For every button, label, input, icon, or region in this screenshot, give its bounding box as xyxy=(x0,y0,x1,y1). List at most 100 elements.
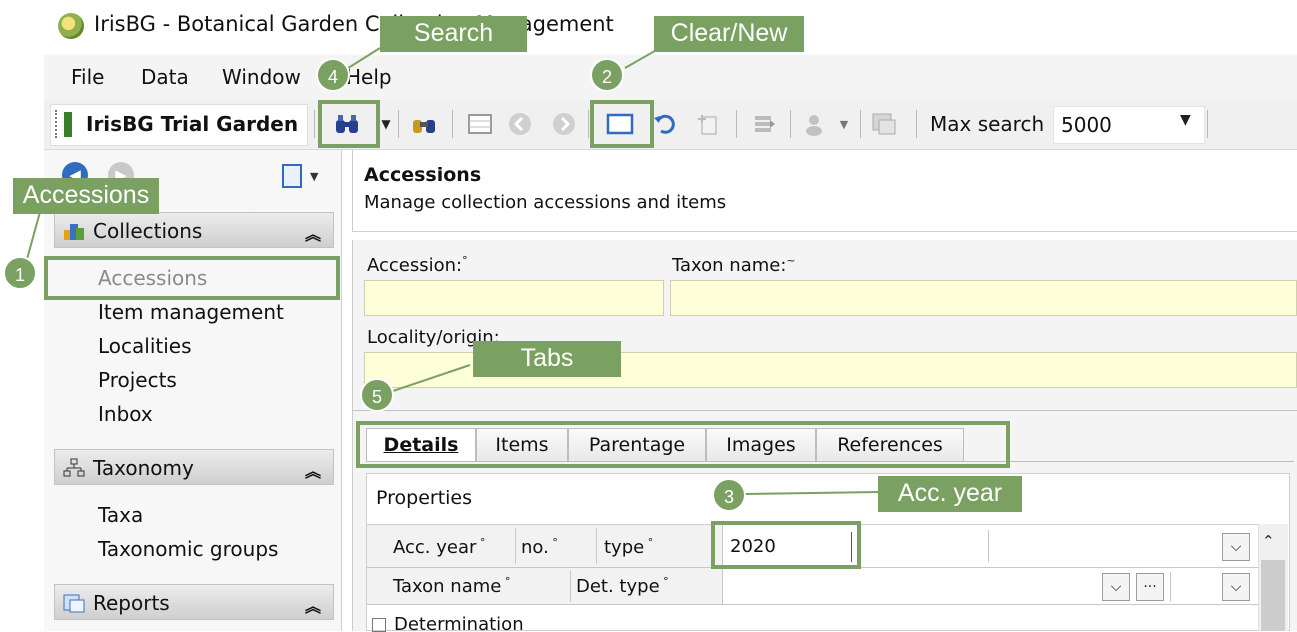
users-dropdown-icon[interactable]: ▼ xyxy=(830,110,858,138)
chevron-down-icon[interactable]: ⌵ xyxy=(1222,533,1250,561)
view-options-dropdown-icon[interactable]: ▼ xyxy=(310,170,318,183)
collapse-chevrons-icon[interactable]: ︽ xyxy=(305,458,321,482)
toolbar-separator xyxy=(398,110,399,138)
max-search-value: 5000 xyxy=(1061,113,1112,137)
group-header-reports[interactable]: Reports ︽ xyxy=(54,584,334,620)
menu-file[interactable]: File xyxy=(71,65,104,89)
toolbar-separator xyxy=(736,110,737,138)
toolbar-separator xyxy=(1207,110,1208,138)
collapse-chevrons-icon[interactable]: ︽ xyxy=(305,221,321,245)
callout-accessions: Accessions xyxy=(13,178,159,214)
group-label: Reports xyxy=(93,591,170,615)
taxon-name-input[interactable] xyxy=(670,280,1297,316)
group-header-taxonomy[interactable]: Taxonomy ︽ xyxy=(54,449,334,485)
taxon-name-prop-label: Taxon name ° xyxy=(393,575,511,597)
toolbar-separator xyxy=(588,110,589,138)
step-number-badge: 2 xyxy=(590,58,624,92)
advanced-search-icon[interactable] xyxy=(410,110,438,138)
step-number-badge: 3 xyxy=(712,478,746,512)
group-label: Collections xyxy=(93,219,203,243)
toolbar-separator xyxy=(916,110,917,138)
group-header-collections[interactable]: Collections ︽ xyxy=(54,212,334,248)
accession-label: Accession:° xyxy=(367,254,468,276)
toolbar-separator xyxy=(790,110,791,138)
highlight-tabs xyxy=(356,421,1010,468)
highlight-acc-year xyxy=(711,521,861,569)
acc-no-label: no. ° xyxy=(521,536,558,558)
acc-type-label: type ° xyxy=(604,536,654,558)
sidebar-item-projects[interactable]: Projects xyxy=(98,368,177,392)
determination-label: Determination xyxy=(394,614,524,631)
group-label: Taxonomy xyxy=(93,456,194,480)
callout-clear-new: Clear/New xyxy=(654,16,804,52)
sidebar-item-item-management[interactable]: Item management xyxy=(98,300,284,324)
chevron-down-icon[interactable]: ⌵ xyxy=(1222,573,1250,601)
menu-window[interactable]: Window xyxy=(222,65,301,89)
step-number-badge: 5 xyxy=(360,378,394,412)
collections-icon xyxy=(63,221,85,241)
reports-icon xyxy=(63,593,85,613)
acc-type-label-text: type xyxy=(604,537,645,558)
sidebar-item-inbox[interactable]: Inbox xyxy=(98,402,153,426)
page-subtitle: Manage collection accessions and items xyxy=(364,192,727,213)
app-logo-icon xyxy=(58,13,84,39)
det-type-label: Det. type ° xyxy=(576,575,669,597)
grid-line xyxy=(366,604,1258,605)
sidebar-item-taxa[interactable]: Taxa xyxy=(98,503,143,527)
page-title: Accessions xyxy=(364,164,482,186)
highlight-clear-new xyxy=(590,100,654,148)
accession-input[interactable] xyxy=(364,280,664,316)
ellipsis-icon[interactable]: ··· xyxy=(1136,573,1164,601)
page-header xyxy=(352,150,1297,232)
previous-record-icon[interactable] xyxy=(506,110,534,138)
table-view-icon[interactable] xyxy=(466,110,494,138)
callout-tabs: Tabs xyxy=(473,341,621,377)
taxon-name-label: Taxon name:~ xyxy=(672,254,796,276)
grid-line xyxy=(988,530,989,562)
settings-window-icon[interactable] xyxy=(870,110,898,138)
det-type-label-text: Det. type xyxy=(576,576,660,597)
toolbar-separator xyxy=(314,110,315,138)
next-record-icon[interactable] xyxy=(550,110,578,138)
undo-icon[interactable] xyxy=(650,110,678,138)
chevron-down-icon[interactable]: ⌵ xyxy=(1102,573,1130,601)
grid-line xyxy=(570,570,571,602)
window-title: IrisBG - Botanical Garden Collection Man… xyxy=(94,12,614,36)
step-number-badge: 1 xyxy=(3,256,37,290)
sidebar-item-localities[interactable]: Localities xyxy=(98,334,192,358)
acc-year-label: Acc. year ° xyxy=(393,536,486,558)
taxonomy-tree-icon xyxy=(63,458,85,478)
taxon-name-prop-label-text: Taxon name xyxy=(393,576,502,597)
menu-help[interactable]: Help xyxy=(346,65,392,89)
new-document-icon[interactable] xyxy=(694,110,722,138)
menu-data[interactable]: Data xyxy=(141,65,189,89)
list-export-icon[interactable] xyxy=(750,110,778,138)
collapse-minus-icon[interactable] xyxy=(372,618,386,632)
view-options-icon[interactable] xyxy=(282,164,302,188)
toolbar-separator xyxy=(860,110,861,138)
callout-acc-year: Acc. year xyxy=(878,476,1022,512)
highlight-accessions xyxy=(44,256,340,300)
toolbar-separator xyxy=(452,110,453,138)
max-search-label: Max search xyxy=(930,112,1045,136)
garden-color-icon xyxy=(64,112,72,137)
acc-year-label-text: Acc. year xyxy=(393,537,477,558)
scroll-up-icon[interactable]: ⌃ xyxy=(1262,532,1275,550)
acc-no-label-text: no. xyxy=(521,537,549,558)
grid-line xyxy=(1170,572,1171,602)
collapse-chevrons-icon[interactable]: ︽ xyxy=(305,593,321,617)
scroll-thumb[interactable] xyxy=(1261,560,1285,631)
callout-search: Search xyxy=(380,16,527,52)
taxon-name-label-text: Taxon name: xyxy=(672,255,787,276)
garden-name: IrisBG Trial Garden xyxy=(86,112,299,136)
chevron-down-icon[interactable]: ▼ xyxy=(1180,112,1191,128)
grid-line xyxy=(596,528,597,564)
properties-title: Properties xyxy=(376,487,473,509)
users-icon[interactable] xyxy=(802,110,830,138)
sidebar-item-taxonomic-groups[interactable]: Taxonomic groups xyxy=(98,537,278,561)
toolbar-grip[interactable] xyxy=(55,110,58,138)
highlight-search xyxy=(318,100,380,148)
grid-line xyxy=(515,528,516,564)
accession-label-text: Accession: xyxy=(367,255,463,276)
step-number-badge: 4 xyxy=(316,58,350,92)
